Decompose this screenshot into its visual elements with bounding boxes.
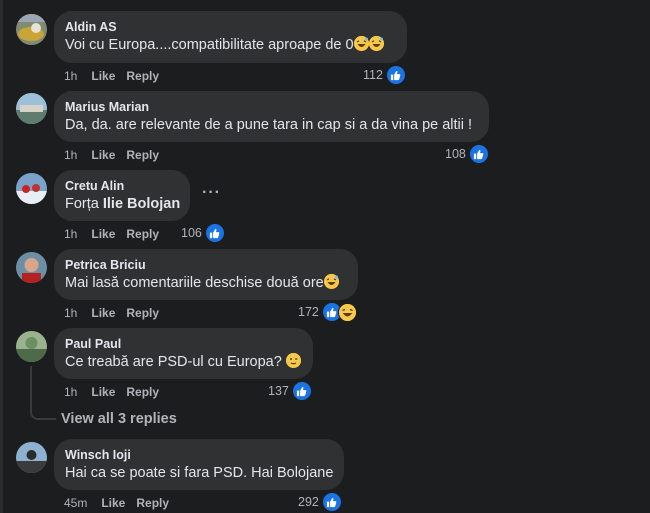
- grinning-sweat-emoji: [368, 36, 384, 51]
- comment-author[interactable]: Cretu Alin: [65, 178, 178, 194]
- like-button[interactable]: Like: [91, 306, 115, 320]
- view-replies-link[interactable]: View all 3 replies: [61, 411, 177, 427]
- avatar[interactable]: [16, 93, 47, 124]
- reply-button[interactable]: Reply: [126, 306, 159, 320]
- like-icon: [468, 144, 489, 164]
- reaction-summary[interactable]: 137: [268, 381, 312, 401]
- comment-actions: 1h Like Reply: [64, 385, 170, 399]
- reply-button[interactable]: Reply: [126, 148, 159, 162]
- like-button[interactable]: Like: [91, 69, 115, 83]
- reply-button[interactable]: Reply: [126, 69, 159, 83]
- comment-time[interactable]: 1h: [64, 385, 77, 399]
- reaction-summary[interactable]: 108: [445, 144, 489, 164]
- grinning-sweat-emoji: [353, 36, 369, 51]
- reaction-summary[interactable]: 292: [298, 492, 342, 512]
- reply-button[interactable]: Reply: [126, 385, 159, 399]
- comment-actions: 1h Like Reply: [64, 227, 170, 241]
- like-button[interactable]: Like: [91, 148, 115, 162]
- comment-time[interactable]: 1h: [64, 69, 77, 83]
- reply-button[interactable]: Reply: [136, 496, 169, 510]
- comment-text: Voi cu Europa....compatibilitate aproape…: [65, 35, 395, 55]
- comment-author[interactable]: Winsch Ioji: [65, 447, 332, 463]
- comment-author[interactable]: Aldin AS: [65, 19, 395, 35]
- comment-bubble: Petrica Briciu Mai lasă comentariile des…: [54, 249, 358, 300]
- more-options-button[interactable]: ···: [202, 184, 221, 202]
- reaction-count: 137: [268, 384, 289, 398]
- like-icon: [385, 65, 406, 85]
- comment-text-body: Voi cu Europa....compatibilitate aproape…: [65, 37, 354, 53]
- comment-time[interactable]: 1h: [64, 306, 77, 320]
- like-button[interactable]: Like: [101, 496, 125, 510]
- reply-button[interactable]: Reply: [126, 227, 159, 241]
- like-icon: [321, 492, 342, 512]
- reaction-count: 106: [181, 226, 202, 240]
- avatar[interactable]: [16, 173, 47, 204]
- comment-actions: 45m Like Reply: [64, 496, 180, 510]
- comment-bubble: Winsch Ioji Hai ca se poate si fara PSD.…: [54, 439, 344, 490]
- comment-bubble: Cretu Alin Forța Ilie Bolojan: [54, 170, 190, 221]
- reaction-summary[interactable]: 112: [363, 65, 406, 85]
- comment-bubble: Aldin AS Voi cu Europa....compatibilitat…: [54, 11, 407, 63]
- winking-face-emoji: [285, 353, 301, 368]
- avatar[interactable]: [16, 252, 47, 283]
- mention-link[interactable]: Ilie Bolojan: [103, 196, 180, 212]
- comment-time[interactable]: 1h: [64, 148, 77, 162]
- reaction-summary[interactable]: 106: [181, 223, 225, 243]
- comment-author[interactable]: Paul Paul: [65, 336, 301, 352]
- comment-text: Mai lasă comentariile deschise două ore: [65, 273, 346, 293]
- comment-text: Forța Ilie Bolojan: [65, 194, 180, 214]
- comment-text: Ce treabă are PSD-ul cu Europa?: [65, 352, 301, 372]
- like-button[interactable]: Like: [91, 227, 115, 241]
- like-icon: [204, 223, 225, 243]
- avatar[interactable]: [16, 331, 47, 362]
- comment-author[interactable]: Marius Marian: [65, 99, 477, 115]
- reply-thread-line: [30, 366, 56, 420]
- reaction-count: 292: [298, 495, 319, 509]
- left-edge: [0, 0, 3, 513]
- comment-text-body: Forța: [65, 196, 103, 212]
- comment-bubble: Marius Marian Da, da. are relevante de a…: [54, 91, 489, 142]
- haha-icon: [337, 302, 357, 322]
- reaction-count: 112: [363, 68, 383, 82]
- like-button[interactable]: Like: [91, 385, 115, 399]
- comment-time[interactable]: 1h: [64, 227, 77, 241]
- comment-actions: 1h Like Reply: [64, 69, 170, 83]
- comment-author[interactable]: Petrica Briciu: [65, 257, 346, 273]
- comment-text: Da, da. are relevante de a pune tara in …: [65, 117, 473, 133]
- reaction-summary[interactable]: 172: [298, 302, 357, 322]
- avatar[interactable]: [16, 442, 47, 473]
- reaction-count: 172: [298, 305, 319, 319]
- avatar[interactable]: [16, 14, 47, 45]
- comment-text: Hai ca se poate si fara PSD. Hai Bolojan…: [65, 465, 334, 481]
- comment-bubble: Paul Paul Ce treabă are PSD-ul cu Europa…: [54, 328, 313, 379]
- grinning-sweat-emoji: [323, 274, 339, 289]
- comment-text-body: Ce treabă are PSD-ul cu Europa?: [65, 354, 282, 370]
- comment-time[interactable]: 45m: [64, 496, 87, 510]
- comment-text-body: Mai lasă comentariile deschise două ore: [65, 275, 324, 291]
- comment-actions: 1h Like Reply: [64, 148, 170, 162]
- reaction-count: 108: [445, 147, 466, 161]
- like-icon: [291, 381, 312, 401]
- comment-actions: 1h Like Reply: [64, 306, 170, 320]
